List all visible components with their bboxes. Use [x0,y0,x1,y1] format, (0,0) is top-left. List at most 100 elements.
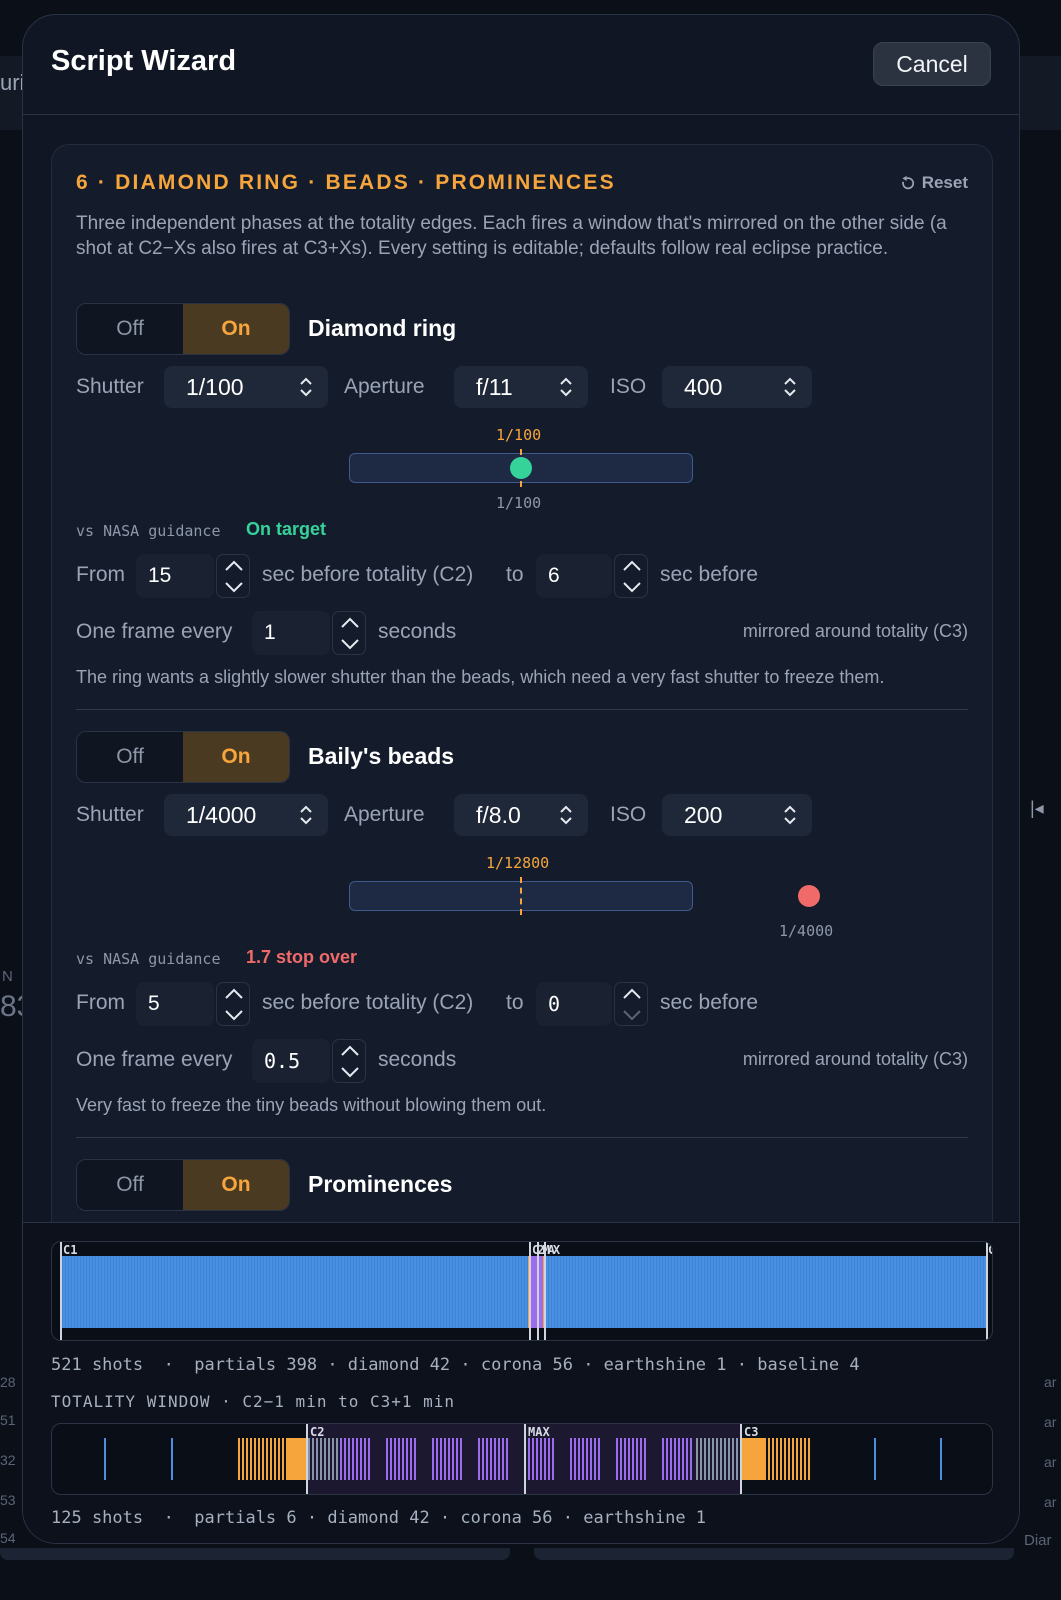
iso-select[interactable]: 200 [662,794,812,836]
modal-title: Script Wizard [51,45,237,77]
chevron-down-icon[interactable] [339,1064,361,1080]
diamond-ring-solid [286,1438,306,1480]
interval-stepper[interactable] [332,1039,366,1083]
corona-marks [616,1438,646,1480]
contact-line-c2 [529,1242,531,1340]
from-input[interactable]: 15 [136,554,214,598]
section-divider [76,1137,968,1138]
shutter-select[interactable]: 1/100 [164,366,328,408]
updown-chevron-icon [784,805,796,825]
chevron-up-icon[interactable] [339,1043,361,1059]
interval-stepper[interactable] [332,611,366,655]
chevron-up-icon[interactable] [223,986,245,1002]
corona-marks [340,1438,370,1480]
guidance-status: On target [246,519,327,539]
totality-window-title: TOTALITY WINDOW · C2−1 min to C3+1 min [51,1392,456,1411]
iso-label: ISO [610,803,647,826]
guidance-label: vs NASA guidance [76,522,221,540]
shutter-value: 1/100 [186,373,244,400]
totality-timeline[interactable]: C2 MAX C3 [51,1423,993,1495]
from-stepper[interactable] [216,554,250,598]
background-text: 32 [0,1452,16,1468]
background-text: 53 [0,1492,16,1508]
aperture-select[interactable]: f/11 [454,366,588,408]
diamond-ring-marks [764,1438,810,1480]
chevron-down-icon[interactable] [621,579,643,595]
reset-icon [901,175,914,189]
baseline-mark [940,1438,942,1480]
shutter-value: 1/4000 [186,801,257,828]
background-text: Diar [1024,1532,1052,1549]
chevron-up-icon[interactable] [621,558,643,574]
background-panel-right [1020,56,1061,130]
to-stepper[interactable] [614,982,648,1026]
toggle-on[interactable]: On [183,1160,289,1210]
to-input[interactable]: 0 [536,982,612,1026]
chevron-up-icon[interactable] [339,615,361,631]
diamond-ring-solid [742,1438,764,1480]
beads-marks [308,1438,340,1480]
label-c3: C3 [744,1425,759,1439]
background-text: uri [0,70,25,95]
interval-input[interactable]: 1 [252,611,330,655]
totality-summary: 125 shots · partials 6 · diamond 42 · co… [51,1508,707,1528]
timeline-bar [60,1256,986,1328]
iso-value: 200 [684,801,723,828]
chevron-down-icon[interactable] [223,579,245,595]
interval-label: One frame every [76,620,233,643]
reset-button[interactable]: Reset [899,173,968,193]
full-eclipse-timeline[interactable]: C1 C2MAX C [51,1241,993,1341]
prominences-section: Off On Prominences [76,1159,968,1222]
interval-label: One frame every [76,1048,233,1071]
contact-line-c3 [740,1424,742,1494]
chevron-down-icon[interactable] [621,1007,643,1023]
label-max: MAX [528,1425,550,1439]
beads-marks [696,1438,740,1480]
to-label: to [506,563,524,586]
background-bar [0,1548,510,1560]
actual-shutter-label: 1/4000 [779,922,834,940]
shutter-select[interactable]: 1/4000 [164,794,328,836]
chevron-up-icon[interactable] [223,558,245,574]
background-text: ar [1044,1454,1057,1470]
section-title: Prominences [308,1171,453,1197]
interval-input[interactable]: 0.5 [252,1039,330,1083]
label-c4: C [988,1243,992,1257]
iso-value: 400 [684,373,723,400]
corona-marks [432,1438,462,1480]
toggle-off[interactable]: Off [77,732,183,782]
to-stepper[interactable] [614,554,648,598]
sec-before-label: sec before [660,563,759,586]
aperture-select[interactable]: f/8.0 [454,794,588,836]
chevron-up-icon[interactable] [621,986,643,1002]
label-c2: C2 [310,1425,325,1439]
to-input[interactable]: 6 [536,554,612,598]
toggle-on[interactable]: On [183,304,289,354]
aperture-label: Aperture [344,803,425,826]
section-note: The ring wants a slightly slower shutter… [76,667,885,687]
from-input[interactable]: 5 [136,982,214,1026]
actual-exposure-dot [798,885,820,907]
wizard-scroll-area[interactable]: 6 · DIAMOND RING · BEADS · PROMINENCES R… [23,116,1019,1222]
step-card: 6 · DIAMOND RING · BEADS · PROMINENCES R… [51,144,993,1222]
cancel-button[interactable]: Cancel [873,42,991,86]
chevron-down-icon[interactable] [223,1007,245,1023]
corona-marks [386,1438,416,1480]
seconds-label: seconds [378,620,457,643]
toggle-off[interactable]: Off [77,304,183,354]
bailys-beads-toggle[interactable]: Off On [76,731,290,783]
chevron-down-icon[interactable] [339,636,361,652]
corona-marks [662,1438,692,1480]
background-text: 54 [0,1530,16,1546]
baseline-mark [171,1438,173,1480]
background-text: 28 [0,1374,16,1390]
from-stepper[interactable] [216,982,250,1026]
updown-chevron-icon [560,805,572,825]
guidance-status: 1.7 stop over [246,947,358,967]
diamond-ring-toggle[interactable]: Off On [76,303,290,355]
toggle-off[interactable]: Off [77,1160,183,1210]
prominences-toggle[interactable]: Off On [76,1159,290,1211]
reset-label: Reset [921,173,968,192]
iso-select[interactable]: 400 [662,366,812,408]
toggle-on[interactable]: On [183,732,289,782]
